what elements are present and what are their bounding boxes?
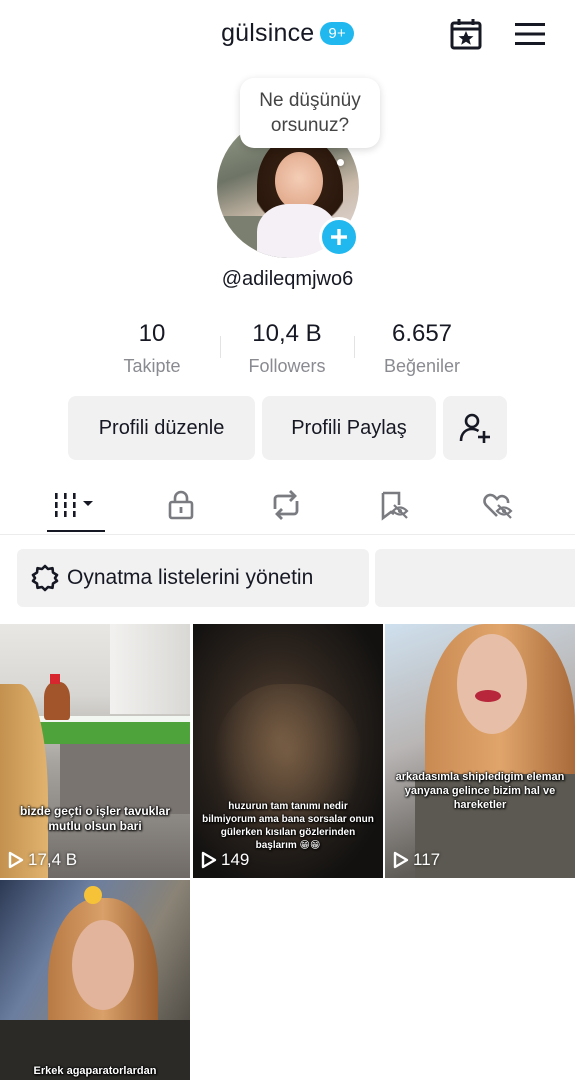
tab-private[interactable]: [151, 482, 211, 528]
username-text: gülsince: [221, 18, 315, 47]
manage-playlists-button[interactable]: Oynatma listelerini yönetin: [17, 549, 369, 607]
tab-reposts[interactable]: [256, 482, 316, 528]
view-count-text: 117: [413, 850, 441, 869]
view-count-text: 149: [221, 850, 250, 869]
share-profile-button[interactable]: Profili Paylaş: [262, 396, 436, 460]
add-friend-icon: [459, 413, 490, 443]
stat-following[interactable]: 10 Takipte: [77, 320, 227, 377]
tab-liked[interactable]: [468, 482, 528, 528]
calendar-star-icon[interactable]: [448, 16, 484, 52]
stat-followers[interactable]: 10,4 B Followers: [212, 320, 362, 377]
hamburger-menu-icon[interactable]: [512, 16, 548, 52]
bubble-tail: [337, 159, 344, 166]
tab-videos[interactable]: [46, 482, 106, 528]
bookmark-hidden-icon: [381, 491, 409, 521]
view-count-text: 17,4 B: [28, 850, 78, 869]
play-icon: [393, 851, 409, 869]
video-caption: arkadasımla shipledigim eleman yanyana g…: [395, 771, 565, 811]
video-tile[interactable]: bizde geçti o işler tavuklar mutlu olsun…: [0, 624, 190, 878]
lock-icon: [168, 490, 194, 520]
video-tile[interactable]: Erkek agaparatorlardan: [0, 880, 190, 1080]
stat-label: Followers: [248, 356, 326, 376]
active-tab-indicator: [47, 530, 105, 532]
play-icon: [201, 851, 217, 869]
video-caption: Erkek agaparatorlardan: [33, 1065, 157, 1077]
add-friend-button[interactable]: [443, 396, 507, 460]
tabs-divider: [0, 534, 575, 535]
stat-label: Takipte: [123, 356, 181, 376]
stat-value: 10: [138, 320, 166, 347]
playlist-placeholder[interactable]: [375, 549, 575, 607]
notification-badge[interactable]: 9+: [320, 21, 354, 45]
repost-icon: [273, 490, 299, 520]
view-count: 149: [201, 850, 249, 870]
profile-username-header[interactable]: gülsince 9+: [0, 18, 575, 48]
play-icon: [8, 851, 24, 869]
stat-label: Beğeniler: [383, 356, 461, 376]
emoji-sticker: [84, 886, 102, 904]
thought-bubble[interactable]: Ne düşünüy orsunuz?: [240, 78, 380, 148]
video-caption: huzurun tam tanımı nedir bilmiyorum ama …: [202, 801, 374, 851]
gear-icon: [31, 564, 59, 592]
stat-value: 6.657: [391, 320, 453, 347]
view-count: 117: [393, 850, 440, 870]
manage-playlists-label: Oynatma listelerini yönetin: [67, 566, 314, 589]
bubble-text: Ne düşünüy orsunuz?: [259, 90, 361, 136]
tab-favorites[interactable]: [364, 482, 424, 528]
profile-handle: @adileqmjwo6: [221, 268, 354, 290]
grid-icon: [55, 493, 93, 517]
video-tile[interactable]: huzurun tam tanımı nedir bilmiyorum ama …: [193, 624, 383, 878]
edit-profile-button[interactable]: Profili düzenle: [68, 396, 255, 460]
plus-icon: [331, 229, 347, 245]
video-caption: bizde geçti o işler tavuklar mutlu olsun…: [19, 804, 171, 833]
view-count: 17,4 B: [8, 850, 77, 870]
stat-likes[interactable]: 6.657 Beğeniler: [347, 320, 497, 377]
video-tile[interactable]: arkadasımla shipledigim eleman yanyana g…: [385, 624, 575, 878]
add-story-button[interactable]: [319, 217, 359, 257]
stat-value: 10,4 B: [252, 320, 322, 347]
heart-hidden-icon: [483, 493, 513, 519]
